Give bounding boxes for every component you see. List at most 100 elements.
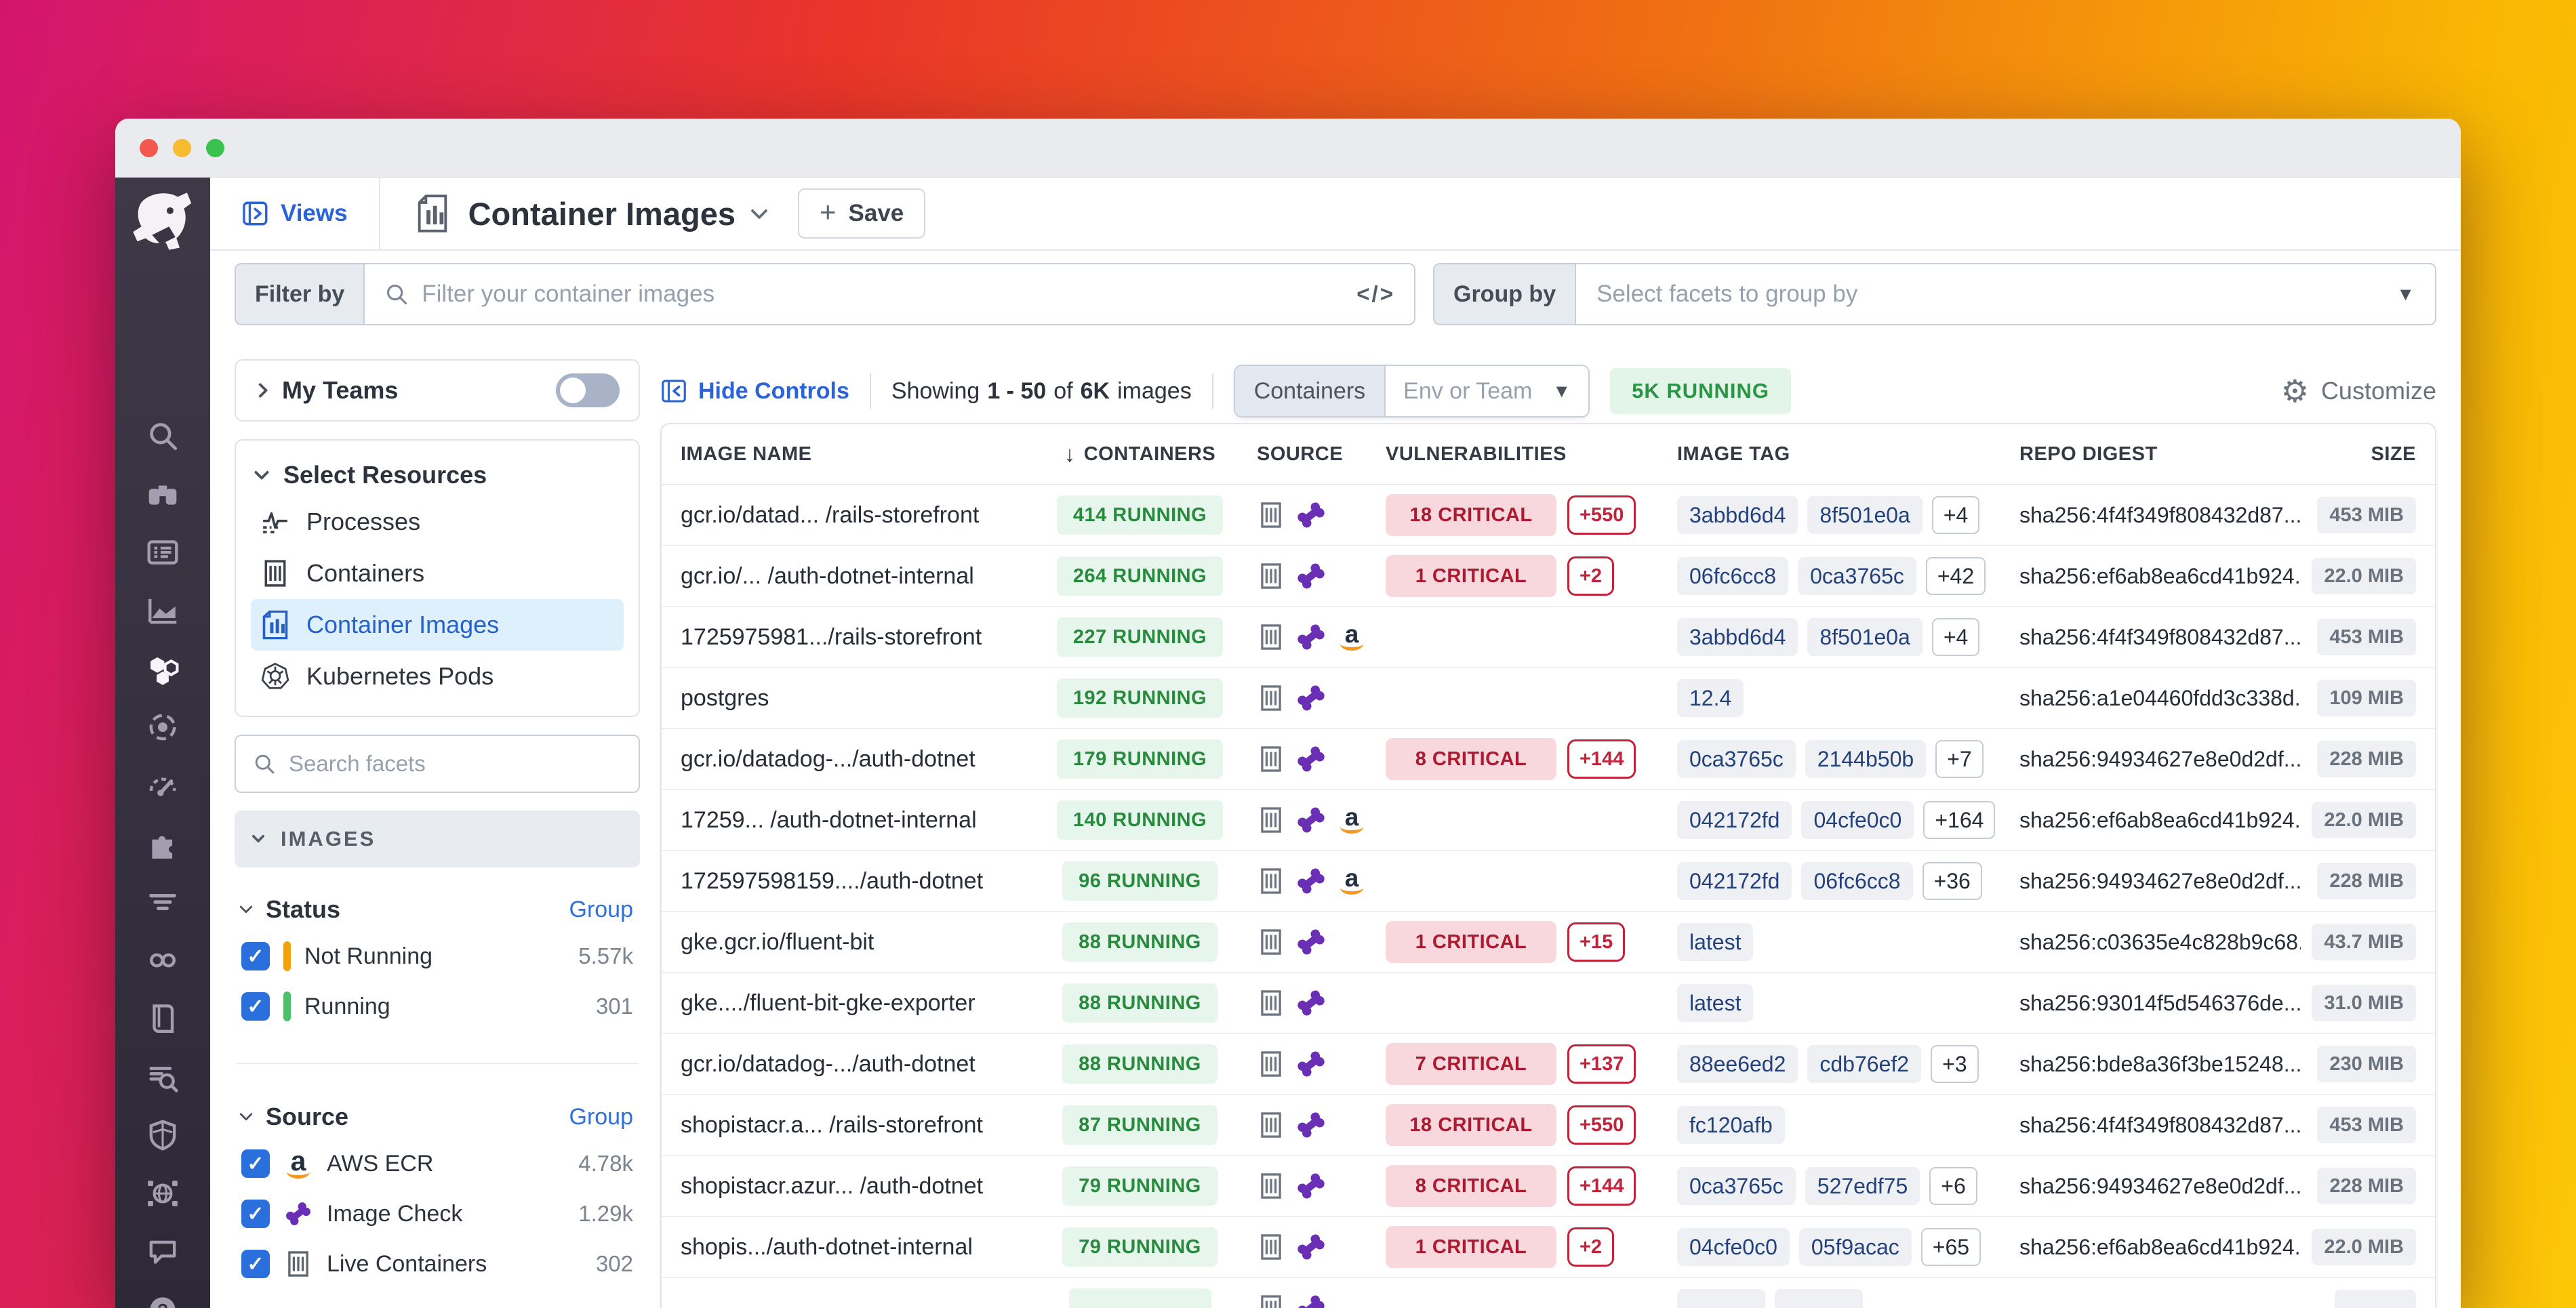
more-vulnerabilities-badge[interactable]: +550	[1567, 495, 1636, 535]
table-row[interactable]: gcr.io/... /auth-dotnet-internal 264 RUNN…	[662, 546, 2435, 607]
col-vulnerabilities[interactable]: VULNERABILITIES	[1386, 443, 1677, 466]
notebooks-icon[interactable]	[115, 989, 210, 1048]
image-tag-pill[interactable]: 2144b50b	[1805, 740, 1927, 778]
table-row[interactable]: gke..../fluent-bit-gke-exporter 88 RUNNIN…	[662, 973, 2435, 1034]
segment-env-or-team[interactable]: Env or Team ▼	[1386, 366, 1589, 416]
image-tag-pill[interactable]: 88ee6ed2	[1677, 1045, 1798, 1083]
customize-button[interactable]: ⚙ Customize	[2281, 375, 2436, 407]
network-icon[interactable]	[115, 1164, 210, 1223]
title-chevron-down-icon[interactable]	[750, 202, 768, 220]
image-tag-pill[interactable]	[1775, 1289, 1863, 1308]
col-image-name[interactable]: IMAGE NAME	[681, 443, 1023, 466]
more-vulnerabilities-badge[interactable]: +15	[1567, 922, 1626, 962]
source-facet-header[interactable]: Source Group	[239, 1095, 634, 1139]
images-facet-group-header[interactable]: IMAGES	[235, 811, 640, 867]
search-icon[interactable]	[115, 407, 210, 465]
image-tag-pill[interactable]: fc120afb	[1677, 1106, 1785, 1144]
log-explorer-icon[interactable]	[115, 1048, 210, 1106]
image-tag-pill[interactable]: 04cfe0c0	[1801, 801, 1914, 839]
image-tag-pill[interactable]: 0ca3765c	[1798, 557, 1916, 595]
checkbox-checked-icon[interactable]: ✓	[241, 992, 270, 1021]
image-tag-pill[interactable]: 3abbd6d4	[1677, 618, 1798, 656]
checkbox-checked-icon[interactable]: ✓	[241, 1149, 270, 1178]
image-tag-pill[interactable]: 06fc6cc8	[1677, 557, 1789, 595]
image-tag-pill[interactable]: 05f9acac	[1798, 1228, 1912, 1266]
more-tags-pill[interactable]: +164	[1923, 801, 1996, 839]
logs-icon[interactable]	[115, 873, 210, 931]
checkbox-checked-icon[interactable]: ✓	[241, 1200, 270, 1228]
integrations-icon[interactable]	[115, 815, 210, 873]
security-icon[interactable]	[115, 1106, 210, 1164]
save-button[interactable]: + Save	[797, 188, 926, 239]
more-vulnerabilities-badge[interactable]: +144	[1567, 739, 1636, 779]
code-query-icon[interactable]: </>	[1356, 281, 1395, 307]
segment-containers[interactable]: Containers	[1234, 366, 1386, 416]
more-vulnerabilities-badge[interactable]: +2	[1567, 1227, 1615, 1267]
more-tags-pill[interactable]: +42	[1925, 557, 1986, 595]
table-row[interactable]: shopis.../auth-dotnet-internal 79 RUNNING…	[662, 1217, 2435, 1278]
facet-search-input[interactable]	[289, 751, 622, 777]
image-tag-pill[interactable]: 8f501e0a	[1807, 618, 1923, 656]
my-teams-toggle-card[interactable]: My Teams	[235, 359, 640, 422]
sidebar-item-kubernetes-pods[interactable]: Kubernetes Pods	[251, 651, 624, 702]
help-icon[interactable]: ?	[115, 1281, 210, 1308]
more-tags-pill[interactable]: +7	[1935, 740, 1984, 778]
more-tags-pill[interactable]: +36	[1922, 862, 1982, 900]
hide-controls-button[interactable]: Hide Controls	[660, 377, 849, 405]
col-size[interactable]: SIZE	[2301, 443, 2416, 466]
image-tag-pill[interactable]: 8f501e0a	[1807, 496, 1923, 534]
chat-icon[interactable]	[115, 1223, 210, 1281]
image-tag-pill[interactable]: 0ca3765c	[1677, 740, 1796, 778]
image-tag-pill[interactable]: 3abbd6d4	[1677, 496, 1798, 534]
source-group-link[interactable]: Group	[569, 1104, 634, 1130]
dashboards-icon[interactable]	[115, 523, 210, 581]
sidebar-item-containers[interactable]: Containers	[251, 548, 624, 599]
select-resources-header[interactable]: Select Resources	[251, 454, 624, 496]
sidebar-item-processes[interactable]: Processes	[251, 496, 624, 548]
table-row[interactable]: 172597598159..../auth-dotnet 96 RUNNING a 0…	[662, 851, 2435, 912]
table-row[interactable]: gcr.io/datadog-.../auth-dotnet 88 RUNNING…	[662, 1034, 2435, 1095]
status-facet-item[interactable]: ✓ Not Running 5.57k	[241, 931, 633, 981]
image-tag-pill[interactable]: 12.4	[1677, 679, 1744, 717]
more-tags-pill[interactable]: +3	[1931, 1045, 1979, 1083]
col-containers[interactable]: ↓ CONTAINERS	[1023, 441, 1257, 467]
table-row[interactable]: 17259... /auth-dotnet-internal 140 RUNNIN…	[662, 790, 2435, 851]
table-row[interactable]: gcr.io/datad... /rails-storefront 414 RUN…	[662, 485, 2435, 546]
metrics-icon[interactable]	[115, 581, 210, 640]
group-by-select[interactable]: Select facets to group by ▼	[1575, 263, 2436, 325]
source-facet-item[interactable]: ✓ Live Containers 302	[241, 1239, 633, 1289]
col-repo-digest[interactable]: REPO DIGEST	[2019, 443, 2301, 466]
close-window-button[interactable]	[140, 138, 158, 157]
more-vulnerabilities-badge[interactable]: +144	[1567, 1166, 1636, 1206]
checkbox-checked-icon[interactable]: ✓	[241, 1250, 270, 1278]
more-tags-pill[interactable]: +4	[1931, 496, 1980, 534]
table-row[interactable]: 1725975981.../rails-storefront 227 RUNNIN…	[662, 607, 2435, 668]
col-source[interactable]: SOURCE	[1257, 443, 1386, 466]
col-image-tag[interactable]: IMAGE TAG	[1677, 443, 2019, 466]
status-group-link[interactable]: Group	[569, 897, 634, 923]
table-row[interactable]: shopistacr.azur... /auth-dotnet 79 RUNNIN…	[662, 1156, 2435, 1217]
minimize-window-button[interactable]	[173, 138, 191, 157]
ci-cd-icon[interactable]	[115, 931, 210, 989]
table-row[interactable]: gke.gcr.io/fluent-bit 88 RUNNING 1 CRITICA…	[662, 912, 2435, 973]
monitors-icon[interactable]	[115, 756, 210, 815]
source-facet-item[interactable]: ✓ Image Check 1.29k	[241, 1189, 633, 1239]
binoculars-icon[interactable]	[115, 465, 210, 523]
image-tag-pill[interactable]: 04cfe0c0	[1677, 1228, 1790, 1266]
sidebar-item-container-images[interactable]: Container Images	[251, 599, 624, 651]
apm-icon[interactable]	[115, 698, 210, 756]
image-tag-pill[interactable]: latest	[1677, 923, 1754, 961]
status-facet-header[interactable]: Status Group	[239, 888, 634, 931]
table-row[interactable]: postgres 192 RUNNING 12.4 sha256:a1e04460fd…	[662, 668, 2435, 729]
more-vulnerabilities-badge[interactable]: +550	[1567, 1105, 1636, 1145]
image-tag-pill[interactable]: 06fc6cc8	[1801, 862, 1913, 900]
more-tags-pill[interactable]: +4	[1931, 618, 1980, 656]
image-tag-pill[interactable]: cdb76ef2	[1807, 1045, 1922, 1083]
zoom-window-button[interactable]	[206, 138, 224, 157]
table-row[interactable]	[662, 1278, 2435, 1308]
filter-input[interactable]	[422, 281, 1345, 308]
more-vulnerabilities-badge[interactable]: +137	[1567, 1044, 1636, 1084]
views-button[interactable]: Views	[241, 199, 348, 228]
image-tag-pill[interactable]: 042172fd	[1677, 801, 1792, 839]
image-tag-pill[interactable]	[1677, 1289, 1765, 1308]
